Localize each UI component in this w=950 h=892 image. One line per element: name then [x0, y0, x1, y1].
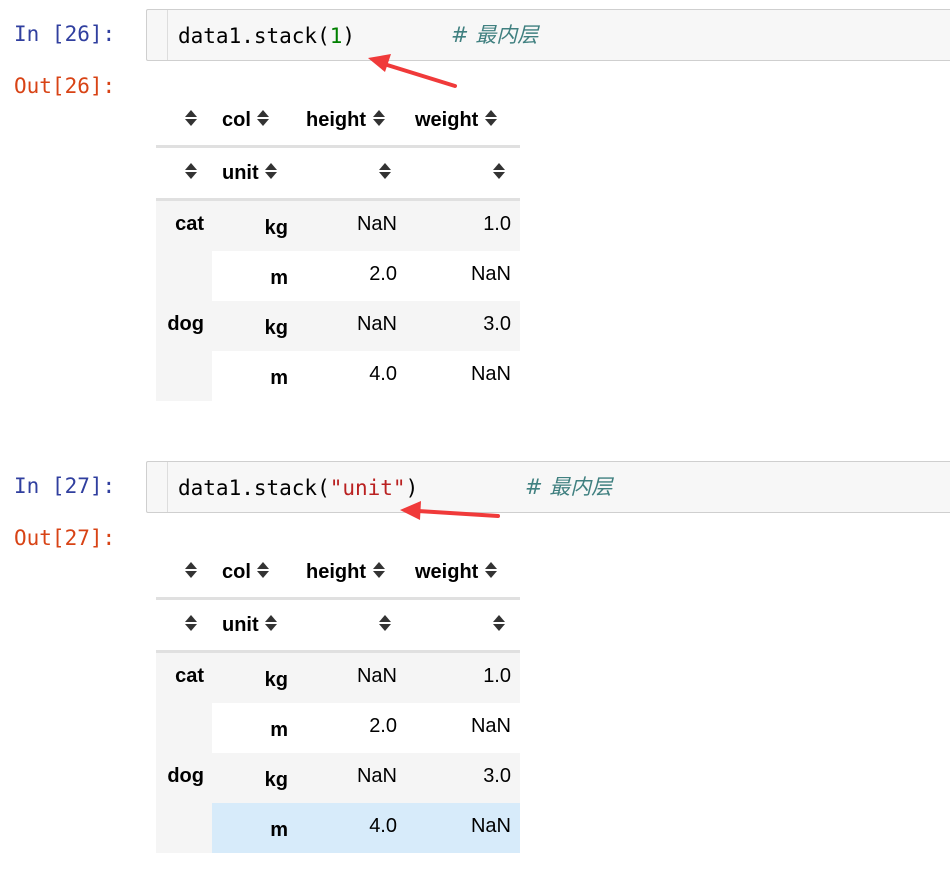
arrow-line-1 — [382, 62, 457, 88]
arrow-line-2 — [416, 509, 500, 518]
arrow-head-2 — [400, 501, 421, 520]
red-arrow-annotation — [368, 54, 500, 520]
arrow-head-1 — [368, 54, 391, 72]
